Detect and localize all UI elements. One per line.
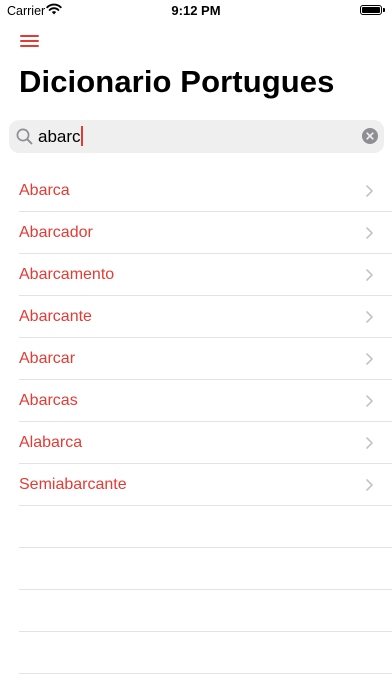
battery-icon	[360, 5, 382, 15]
search-input-value: abarc	[38, 127, 81, 146]
list-item-label: Alabarca	[19, 434, 83, 451]
list-item[interactable]: Abarca	[0, 170, 392, 212]
clear-icon[interactable]	[362, 128, 378, 144]
list-item-label: Abarcas	[19, 392, 78, 409]
list-item[interactable]: Abarcamento	[0, 254, 392, 296]
list-item-label: Abarcador	[19, 224, 93, 241]
empty-table-area	[0, 506, 392, 674]
result-list: Abarca Abarcador Abarcamento Abarcante A…	[0, 170, 392, 506]
clock: 9:12 PM	[171, 3, 221, 18]
battery-tip	[383, 8, 385, 12]
list-item[interactable]: Alabarca	[0, 422, 392, 464]
empty-row	[0, 590, 392, 632]
empty-row	[0, 548, 392, 590]
chevron-right-icon	[366, 353, 373, 365]
text-caret	[80, 125, 83, 146]
chevron-right-icon	[366, 227, 373, 239]
search-input[interactable]: abarc	[38, 120, 358, 153]
list-item-label: Abarcar	[19, 350, 76, 367]
chevron-right-icon	[366, 479, 373, 491]
menu-icon[interactable]	[20, 33, 40, 49]
list-item-label: Semiabarcante	[19, 476, 127, 493]
list-item-label: Abarca	[19, 182, 70, 199]
page-title: Dicionario Portugues	[19, 64, 335, 99]
list-item[interactable]: Semiabarcante	[0, 464, 392, 506]
list-item[interactable]: Abarcar	[0, 338, 392, 380]
empty-row	[0, 632, 392, 674]
chevron-right-icon	[366, 437, 373, 449]
chevron-right-icon	[366, 311, 373, 323]
search-bar[interactable]: abarc	[9, 120, 384, 153]
status-bar: Carrier 9:12 PM	[0, 0, 392, 22]
list-item[interactable]: Abarcante	[0, 296, 392, 338]
list-item-label: Abarcamento	[19, 266, 115, 283]
chevron-right-icon	[366, 395, 373, 407]
chevron-right-icon	[366, 269, 373, 281]
empty-row	[0, 506, 392, 548]
list-item[interactable]: Abarcas	[0, 380, 392, 422]
row-separator	[19, 673, 392, 674]
chevron-right-icon	[366, 185, 373, 197]
list-item[interactable]: Abarcador	[0, 212, 392, 254]
search-icon	[16, 128, 33, 145]
list-item-label: Abarcante	[19, 308, 92, 325]
